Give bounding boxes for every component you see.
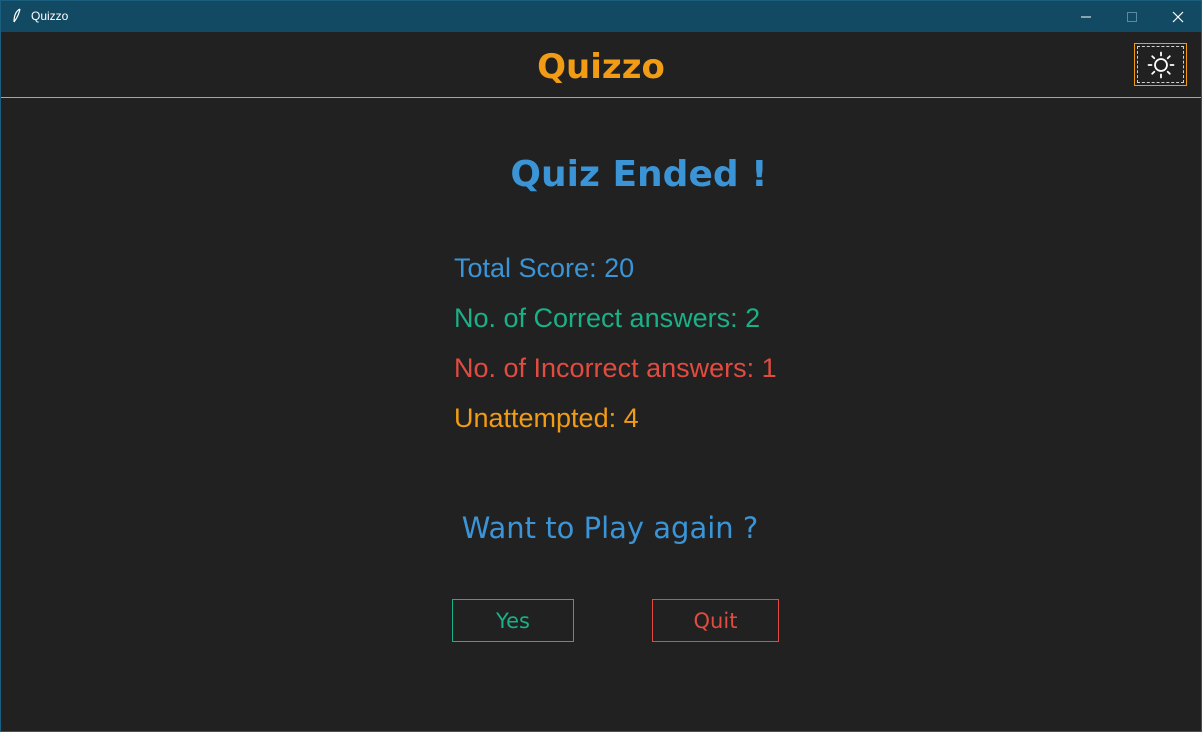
yes-button[interactable]: Yes [452, 599, 574, 642]
window-title: Quizzo [31, 9, 69, 23]
theme-toggle-button[interactable] [1134, 43, 1187, 86]
close-icon [1172, 11, 1184, 22]
maximize-button[interactable] [1109, 1, 1155, 32]
quit-button[interactable]: Quit [652, 599, 779, 642]
total-score-label: Total Score: 20 [454, 253, 635, 283]
play-again-prompt: Want to Play again ? [461, 511, 759, 545]
title-bar[interactable]: Quizzo [1, 1, 1201, 32]
app-title: Quizzo [537, 47, 665, 87]
quiz-ended-heading: Quiz Ended ! [510, 154, 768, 195]
correct-answers-label: No. of Correct answers: 2 [454, 303, 761, 333]
minimize-icon [1081, 16, 1091, 17]
unattempted-label: Unattempted: 4 [454, 403, 639, 433]
sun-icon [1147, 51, 1174, 78]
close-button[interactable] [1155, 1, 1201, 32]
incorrect-answers-label: No. of Incorrect answers: 1 [454, 353, 777, 383]
maximize-icon [1127, 11, 1137, 22]
feather-icon [13, 8, 21, 23]
app-window: Quizzo Quizzo Quiz Ended ! Total Score: … [0, 0, 1202, 732]
app-header: Quizzo [1, 32, 1201, 98]
minimize-button[interactable] [1063, 1, 1109, 32]
